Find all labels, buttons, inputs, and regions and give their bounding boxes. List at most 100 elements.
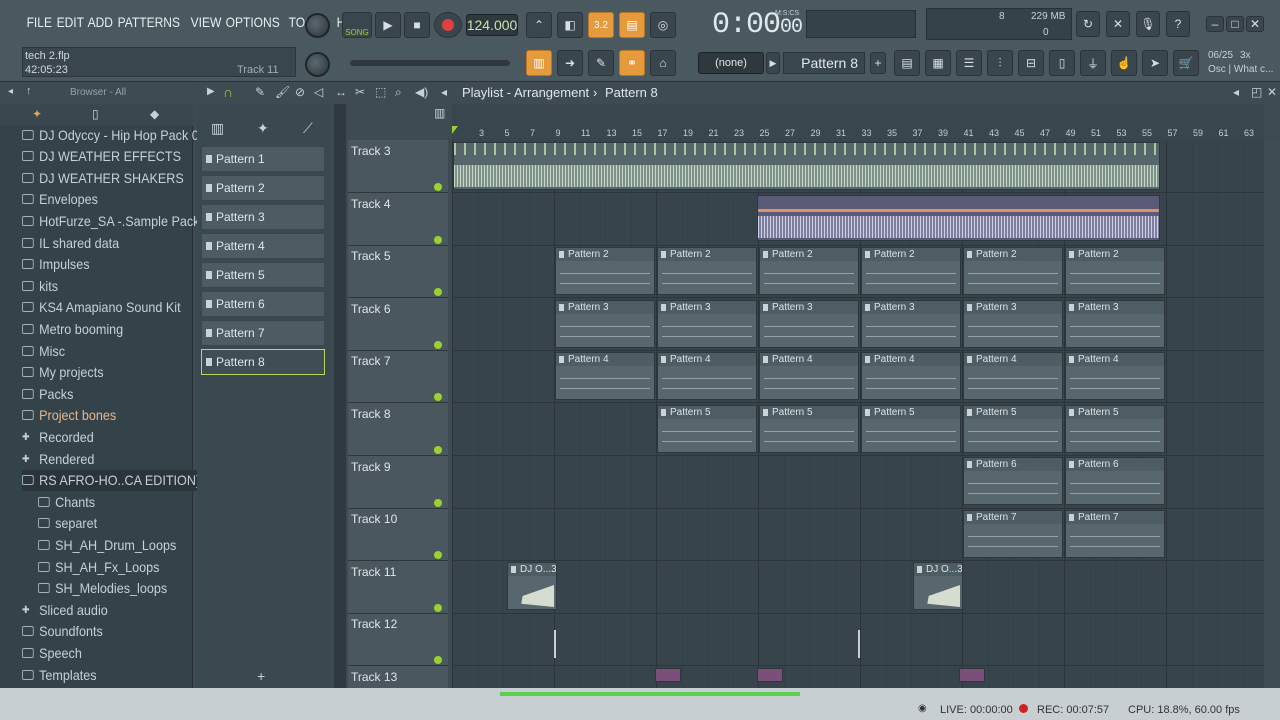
track-enable-led[interactable]	[434, 603, 442, 612]
mute-tool-icon[interactable]: ◁	[314, 85, 323, 99]
browser-item[interactable]: Envelopes	[22, 189, 98, 210]
stop-button[interactable]: ■	[404, 12, 430, 38]
pattern-clip[interactable]: Pattern 6	[963, 457, 1063, 505]
pattern-item-5[interactable]: Pattern 5	[201, 262, 325, 288]
step-edit-button[interactable]: ▤	[619, 12, 645, 38]
news-panel[interactable]: 06/25 3x Osc | What c...	[1204, 48, 1278, 78]
pattern-clip[interactable]: Pattern 5	[963, 405, 1063, 453]
pattern-clip[interactable]: Pattern 3	[657, 300, 757, 348]
pattern-clip[interactable]: Pattern 2	[1065, 247, 1165, 295]
vertical-scrollbar[interactable]	[1264, 140, 1280, 688]
playback-tool-icon[interactable]: ◀)	[415, 85, 428, 99]
track-name[interactable]: Track 3	[351, 144, 391, 158]
pattern-clip[interactable]: Pattern 4	[861, 352, 961, 400]
zoom-tool-icon[interactable]: ⌕	[395, 85, 402, 100]
browser-item[interactable]: ✚ Recorded	[22, 426, 94, 447]
track-name[interactable]: Track 6	[351, 302, 391, 316]
track-name[interactable]: Track 10	[351, 512, 397, 526]
browser-item[interactable]: HotFurze_SA -.Sample Pack)	[22, 210, 204, 231]
pattern-clip[interactable]: Pattern 3	[861, 300, 961, 348]
pattern-clip[interactable]: Pattern 2	[555, 247, 655, 295]
browser-item[interactable]: Soundfonts	[22, 621, 103, 642]
pattern-clip[interactable]: Pattern 4	[1065, 352, 1165, 400]
up-arrow-icon[interactable]: ↑	[26, 85, 32, 97]
pattern-clip[interactable]: Pattern 4	[555, 352, 655, 400]
pattern-clip[interactable]: Pattern 2	[963, 247, 1063, 295]
track-enable-led[interactable]	[434, 183, 442, 191]
star-tab-icon[interactable]: ✦	[32, 107, 42, 121]
restore-icon[interactable]: ◰	[1251, 85, 1262, 99]
next-button[interactable]: ➜	[557, 50, 583, 76]
track-name[interactable]: Track 4	[351, 197, 391, 211]
pattern-clip[interactable]: Pattern 2	[759, 247, 859, 295]
browser-button[interactable]: ⊟	[1018, 50, 1044, 76]
slice-tool-icon[interactable]: ✂	[355, 85, 365, 99]
loop-record-button[interactable]: ◎	[650, 12, 676, 38]
pattern-clip[interactable]: DJ O...3	[913, 562, 963, 610]
pattern-clip[interactable]: Pattern 3	[759, 300, 859, 348]
browser-item[interactable]: KS4 Amapiano Sound Kit	[22, 297, 181, 318]
paint-tool-icon[interactable]: 🖌	[275, 85, 290, 99]
browser-item[interactable]: IL shared data	[22, 232, 119, 253]
magnet-icon[interactable]: ∩	[223, 84, 233, 100]
pattern-item-8[interactable]: Pattern 8	[201, 349, 325, 375]
pattern-item-2[interactable]: Pattern 2	[201, 175, 325, 201]
playlist-grid[interactable]: Pattern 2 Pattern 2 Pattern 2 Pattern 2 Patt…	[452, 140, 1264, 688]
track-name[interactable]: Track 13	[351, 670, 397, 684]
browser-item[interactable]: My projects	[22, 362, 104, 383]
select-tool-icon[interactable]: ⬚	[375, 85, 386, 99]
menu-edit[interactable]: EDIT	[54, 14, 87, 34]
pattern-item-3[interactable]: Pattern 3	[201, 204, 325, 230]
pattern-clip[interactable]: Pattern 5	[759, 405, 859, 453]
browser-item[interactable]: Metro booming	[22, 318, 123, 339]
pattern-clip-small[interactable]	[655, 668, 681, 682]
countdown-button[interactable]: 3.2	[588, 12, 614, 38]
pattern-clip[interactable]: Pattern 5	[657, 405, 757, 453]
pattern-selector[interactable]: Pattern 8	[783, 52, 865, 74]
record-button[interactable]	[434, 12, 462, 38]
browser-item[interactable]: SH_Melodies_loops	[38, 578, 167, 599]
menu-patterns[interactable]: PATTERNS	[115, 14, 183, 34]
browser-item[interactable]: kits	[22, 275, 58, 296]
pattern-item-1[interactable]: Pattern 1	[201, 146, 325, 172]
slip-tool-icon[interactable]: ↔	[335, 85, 347, 99]
browser-item[interactable]: RS AFRO-HO..CA EDITION)	[22, 469, 200, 491]
pattern-clip[interactable]: Pattern 3	[963, 300, 1063, 348]
track-enable-led[interactable]	[434, 340, 442, 349]
automation-icon[interactable]: ⟋	[303, 120, 313, 137]
playhead-marker[interactable]	[452, 126, 458, 134]
menu-view[interactable]: VIEW	[188, 14, 224, 34]
pattern-item-7[interactable]: Pattern 7	[201, 320, 325, 346]
track-enable-led[interactable]	[434, 235, 442, 244]
link-button[interactable]: ⚭	[619, 50, 645, 76]
pattern-item-6[interactable]: Pattern 6	[201, 291, 325, 317]
file-tab-icon[interactable]: ▯	[92, 107, 99, 121]
snap-button[interactable]: ▥	[526, 50, 552, 76]
pattern-clip-small[interactable]	[757, 668, 783, 682]
browser-item[interactable]: Project bones	[22, 405, 116, 426]
menu-options[interactable]: OPTIONS	[223, 14, 282, 34]
timeline-ruler[interactable]: 3 5 7 9 11 13 15 17 19 21 23 25 27 29 31 33 35 37 39 41 43 45…	[452, 126, 1264, 140]
pattern-clip[interactable]: Pattern 4	[963, 352, 1063, 400]
song-mode-toggle[interactable]: SONG	[342, 12, 372, 38]
piano-icon[interactable]: ▥	[211, 120, 224, 137]
pattern-list-scrollbar[interactable]	[334, 104, 346, 688]
plugin-button[interactable]: ⏚	[1080, 50, 1106, 76]
browser-item[interactable]: SH_AH_Drum_Loops	[38, 534, 176, 555]
draw-tool-button[interactable]: ✎	[588, 50, 614, 76]
audio-clip-track4[interactable]	[757, 195, 1160, 241]
collapse-icon[interactable]: ◂	[8, 86, 13, 97]
audio-clip-track3[interactable]	[453, 142, 1160, 190]
help-button[interactable]: ?	[1166, 11, 1190, 37]
browser-item[interactable]: Misc	[22, 340, 65, 361]
menu-add[interactable]: ADD	[85, 14, 116, 34]
project-button[interactable]: ▯	[1049, 50, 1075, 76]
channel-rack-button[interactable]: ☰	[956, 50, 982, 76]
song-position-slider[interactable]	[350, 60, 510, 66]
pattern-clip[interactable]: Pattern 4	[759, 352, 859, 400]
track-name[interactable]: Track 12	[351, 617, 397, 631]
browser-item[interactable]: ✚ Sliced audio	[22, 599, 108, 620]
track-name[interactable]: Track 7	[351, 354, 391, 368]
browser-item[interactable]: separet	[38, 513, 97, 534]
pattern-clip[interactable]: Pattern 2	[657, 247, 757, 295]
